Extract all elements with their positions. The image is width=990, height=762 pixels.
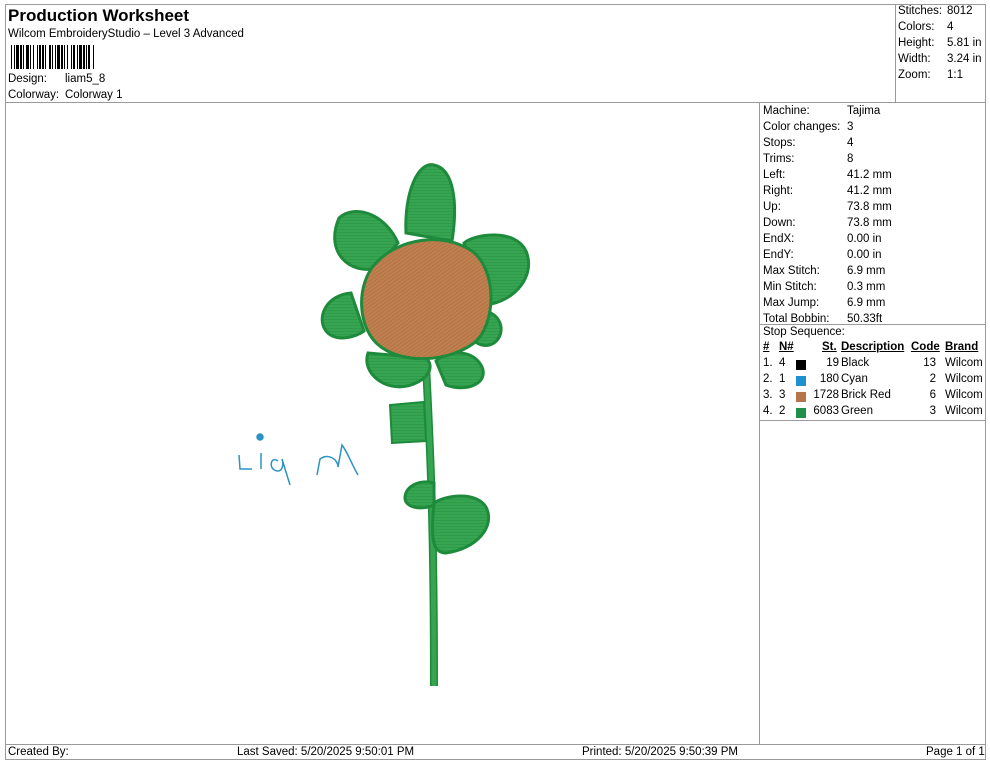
stop-row-brand: Wilcom [945,357,983,369]
worksheet: Production Worksheet Wilcom EmbroiderySt… [5,4,986,760]
footer: Created By: Last Saved: 5/20/2025 9:50:0… [6,744,985,760]
stop-row-brand: Wilcom [945,373,983,385]
stop-row-needle: 2 [779,405,786,417]
design-label: Design: [8,73,47,85]
info-max-stitch: Max Stitch: 6.9 mm [763,265,886,277]
stop-row-stitches: 19 [826,357,839,369]
machine-info-panel: Machine: Tajima Color changes: 3 Stops: 4 T… [760,103,985,421]
stop-row: 4. 2 6083 Green 3 Wilcom [760,405,985,421]
colorway-value: Colorway 1 [65,89,123,101]
color-swatch [796,376,806,386]
stop-row-code: 2 [929,373,936,385]
barcode [11,45,94,69]
footer-page: Page 1 of 1 [926,746,985,758]
stop-row-code: 13 [923,357,936,369]
stem-flag [388,400,428,445]
stop-row-number: 2. [763,373,773,385]
stat-height: Height: 5.81 in [898,37,982,49]
stop-row: 3. 3 1728 Brick Red 6 Wilcom [760,389,985,405]
stop-row-stitches: 180 [819,373,839,385]
stop-divider [760,324,985,325]
stat-stitches: Stitches: 8012 [898,5,973,17]
info-endy: EndY: 0.00 in [763,249,882,261]
stat-width: Width: 3.24 in [898,53,982,65]
design-value: liam5_8 [65,73,106,85]
design-field: Design: liam5_8 [8,73,105,85]
stop-row-brand: Wilcom [945,389,983,401]
info-machine: Machine: Tajima [763,105,881,117]
footer-created-by: Created By: [8,746,69,758]
embroidery-design [238,163,531,687]
stop-row-number: 1. [763,357,773,369]
stat-zoom: Zoom: 1:1 [898,69,963,81]
info-max-jump: Max Jump: 6.9 mm [763,297,886,309]
info-down: Down: 73.8 mm [763,217,892,229]
colorway-field: Colorway: Colorway 1 [8,89,123,101]
info-stops: Stops: 4 [763,137,854,149]
info-min-stitch: Min Stitch: 0.3 mm [763,281,886,293]
stop-row-needle: 4 [779,357,786,369]
stop-row-description: Cyan [841,373,868,385]
stop-row: 1. 4 19 Black 13 Wilcom [760,357,985,373]
stop-row-description: Black [841,357,870,369]
page-title: Production Worksheet [8,6,190,25]
stop-row-code: 6 [929,389,936,401]
flower-center [360,238,493,361]
info-left: Left: 41.2 mm [763,169,892,181]
software-name: Wilcom EmbroideryStudio – Level 3 Advanc… [8,28,244,40]
header-block: Production Worksheet Wilcom EmbroiderySt… [6,5,896,103]
stop-row-brand: Wilcom [945,405,983,417]
footer-last-saved: Last Saved: 5/20/2025 9:50:01 PM [237,746,415,758]
stop-row-number: 3. [763,389,773,401]
stop-row-stitches: 1728 [813,389,839,401]
footer-printed: Printed: 5/20/2025 9:50:39 PM [582,746,738,758]
info-color-changes: Color changes: 3 [763,121,854,133]
design-preview [6,103,760,744]
color-swatch [796,360,806,370]
color-swatch [796,408,806,418]
info-right: Right: 41.2 mm [763,185,892,197]
stop-row-number: 4. [763,405,773,417]
stop-row-code: 3 [929,405,936,417]
stat-colors: Colors: 4 [898,21,954,33]
color-swatch [796,392,806,402]
stats-block: Stitches: 8012 Colors: 4 Height: 5.81 in Wi… [895,5,985,103]
stop-row-needle: 1 [779,373,786,385]
stop-row-description: Green [841,405,873,417]
stop-row-needle: 3 [779,389,786,401]
name-lettering [238,433,359,486]
info-up: Up: 73.8 mm [763,201,892,213]
stop-table-header: # N# St. Description Code Brand [763,341,979,353]
leaves [403,480,491,555]
stop-row: 2. 1 180 Cyan 2 Wilcom [760,373,985,389]
stop-row-description: Brick Red [841,389,891,401]
info-trims: Trims: 8 [763,153,854,165]
info-endx: EndX: 0.00 in [763,233,882,245]
stop-row-stitches: 6083 [813,405,839,417]
colorway-label: Colorway: [8,89,60,101]
stop-sequence-title: Stop Sequence: [763,326,845,338]
